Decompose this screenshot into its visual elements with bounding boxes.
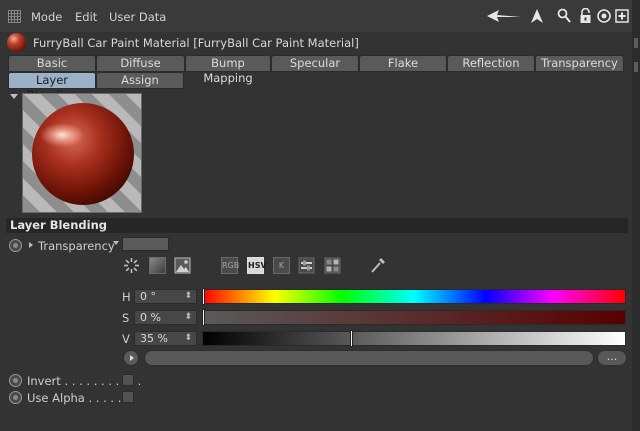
menu-edit[interactable]: Edit (75, 10, 97, 24)
menu-bar: Mode Edit User Data (0, 0, 640, 32)
value-spinner-icon[interactable]: ⬍ (184, 332, 192, 345)
hsv-mode-button[interactable]: HSV (247, 257, 267, 274)
saturation-label: S (122, 311, 130, 325)
material-preview[interactable] (22, 93, 142, 213)
tab-diffuse[interactable]: Diffuse (96, 55, 185, 72)
transparency-label: Transparency (38, 239, 115, 253)
preview-menu-arrow-icon[interactable] (10, 94, 18, 99)
color-wheel-icon[interactable] (123, 257, 140, 274)
invert-animate-radio[interactable] (9, 374, 22, 387)
value-input[interactable]: 35 % ⬍ (134, 331, 197, 346)
mixer-icon[interactable] (298, 257, 315, 274)
saturation-input[interactable]: 0 % ⬍ (134, 310, 197, 325)
menu-user-data[interactable]: User Data (109, 10, 166, 24)
resize-grip[interactable] (634, 62, 638, 72)
saturation-spinner-icon[interactable]: ⬍ (184, 311, 192, 324)
tab-basic[interactable]: Basic (8, 55, 96, 72)
transparency-animate-radio[interactable] (9, 239, 22, 252)
value-label: V (122, 332, 130, 346)
value-value: 35 % (140, 332, 168, 345)
material-icon (7, 33, 26, 52)
saturation-value: 0 % (140, 311, 161, 324)
menu-mode[interactable]: Mode (31, 10, 62, 24)
hue-slider[interactable] (202, 288, 626, 305)
search-icon[interactable] (557, 8, 571, 24)
tab-layer-blending[interactable]: Layer Blending (8, 72, 96, 102)
tab-transparency[interactable]: Transparency (535, 55, 624, 72)
color-spectrum-icon[interactable] (149, 257, 166, 274)
play-button[interactable] (123, 350, 139, 366)
tab-reflection[interactable]: Reflection (447, 55, 535, 72)
saturation-slider-handle[interactable] (202, 309, 205, 326)
grip-icon[interactable] (8, 10, 21, 23)
resize-grip[interactable] (634, 38, 638, 48)
saturation-slider[interactable] (202, 309, 626, 326)
invert-checkbox[interactable] (122, 374, 134, 386)
lock-icon[interactable] (579, 8, 592, 24)
hue-slider-handle[interactable] (202, 288, 205, 305)
swatches-icon[interactable] (324, 257, 341, 274)
use-alpha-checkbox[interactable] (122, 391, 134, 403)
hue-input[interactable]: 0 ° ⬍ (134, 289, 197, 304)
value-slider-handle[interactable] (349, 330, 353, 347)
value-slider[interactable] (202, 330, 626, 347)
color-dropdown-arrow-icon[interactable] (113, 241, 119, 245)
use-alpha-animate-radio[interactable] (9, 391, 22, 404)
shader-link-field[interactable] (144, 350, 594, 366)
tab-flake[interactable]: Flake (359, 55, 447, 72)
section-header-layer-blending: Layer Blending (6, 218, 628, 233)
hue-spinner-icon[interactable]: ⬍ (184, 290, 192, 303)
use-alpha-label: Use Alpha . . . . . . (27, 391, 129, 405)
tab-specular[interactable]: Specular (271, 55, 359, 72)
hue-value: 0 ° (140, 290, 156, 303)
add-icon[interactable] (615, 8, 629, 24)
eyedropper-icon[interactable] (369, 257, 386, 274)
image-picker-icon[interactable] (174, 257, 191, 274)
hue-label: H (122, 290, 131, 304)
tab-assign[interactable]: Assign (96, 72, 184, 89)
arrow-up-icon[interactable] (530, 8, 544, 24)
arrow-back-icon[interactable] (485, 8, 523, 24)
preview-sphere (32, 103, 134, 205)
transparency-color-swatch[interactable] (122, 237, 169, 251)
rgb-mode-button[interactable]: RGB (221, 257, 239, 274)
material-title: FurryBall Car Paint Material [FurryBall … (33, 36, 359, 50)
tab-bump-mapping[interactable]: Bump Mapping (185, 55, 271, 85)
kelvin-mode-button[interactable]: K (273, 257, 290, 274)
more-options-button[interactable]: ... (597, 350, 627, 366)
expand-arrow-icon[interactable] (29, 242, 33, 248)
target-icon[interactable] (597, 8, 611, 24)
